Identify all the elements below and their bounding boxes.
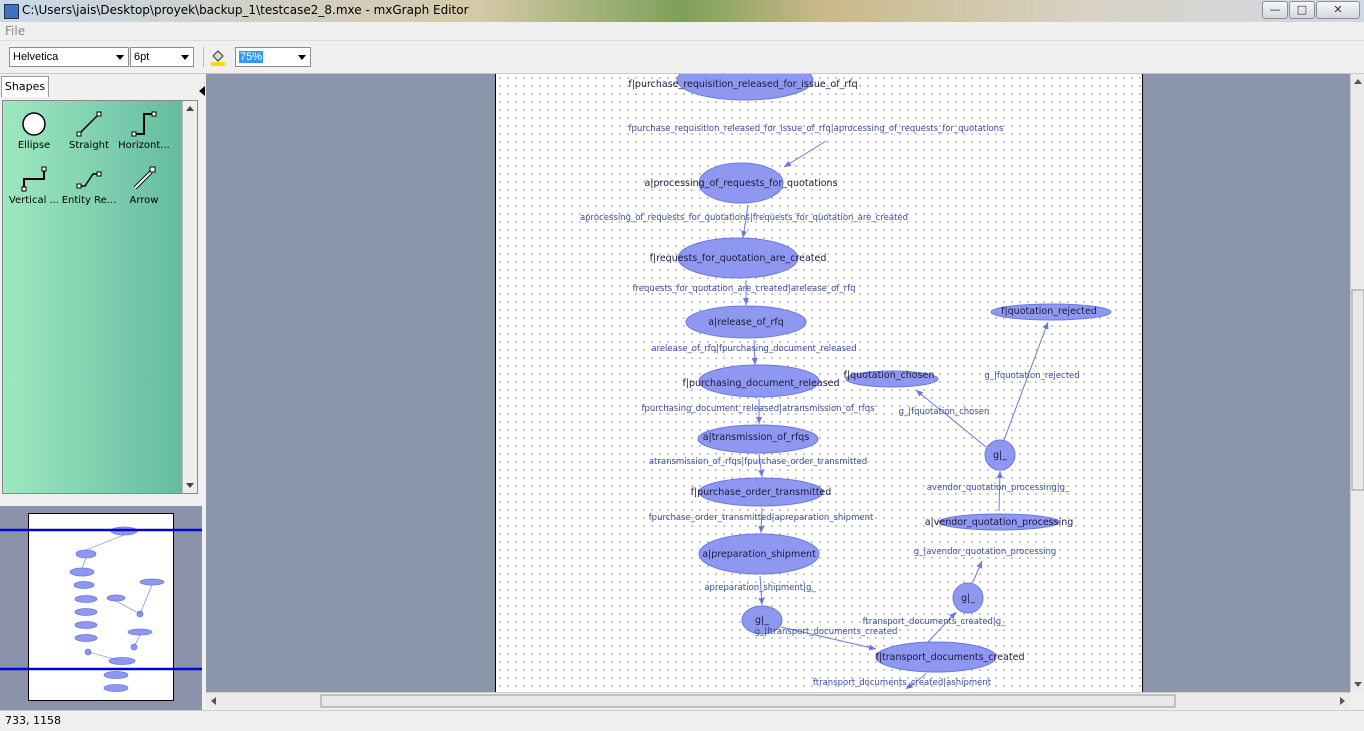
edge-line[interactable] bbox=[1003, 321, 1049, 441]
font-family-select[interactable]: Helvetica bbox=[9, 47, 129, 67]
edge-labels-layer: fpurchase_requisition_released_for_issue… bbox=[580, 124, 1080, 688]
horizontal-scrollbar[interactable] bbox=[206, 692, 1350, 709]
graph-node-label: g|_ bbox=[993, 450, 1007, 461]
vertical-scroll-track bbox=[1351, 79, 1364, 687]
cursor-coordinates: 733, 1158 bbox=[5, 714, 61, 727]
edge-line[interactable] bbox=[915, 389, 987, 448]
graph-node-label: a|transmission_of_rfqs bbox=[703, 432, 810, 443]
edge-label: g_|fquotation_chosen bbox=[899, 407, 990, 417]
graph-node-label: g|_ bbox=[961, 593, 975, 604]
menu-bar: File bbox=[0, 22, 1364, 41]
minimize-button[interactable]: — bbox=[1262, 1, 1288, 19]
graph-node-label: f|quotation_rejected bbox=[1001, 306, 1097, 317]
vertical-scrollbar[interactable] bbox=[1350, 74, 1364, 692]
title-bar: C:\Users\jais\Desktop\proyek\backup_1\te… bbox=[0, 0, 1364, 22]
scroll-arrows bbox=[186, 106, 194, 488]
graph-node-label: f|purchase_order_transmitted bbox=[691, 487, 832, 498]
edge-line[interactable] bbox=[783, 140, 827, 168]
edge-label: g_|ftransport_documents_created bbox=[755, 627, 898, 637]
edge-label: g_|avendor_quotation_processing bbox=[914, 547, 1057, 557]
chevron-down-icon bbox=[116, 55, 124, 60]
tab-shapes[interactable]: Shapes bbox=[1, 76, 49, 97]
graph-svg: f|purchase_requisition_released_for_issu… bbox=[580, 74, 1112, 690]
shape-label: Vertical ... bbox=[8, 195, 60, 206]
graph-node-label: a|release_of_rfq bbox=[708, 317, 784, 328]
graph-canvas[interactable]: f|purchase_requisition_released_for_issu… bbox=[206, 74, 1350, 692]
shape-vertical[interactable]: Vertical ... bbox=[6, 166, 62, 206]
edge-label: ftransport_documents_created|ashipment bbox=[813, 678, 992, 688]
edge-label: fpurchase_order_transmitted|apreparation… bbox=[649, 513, 874, 523]
app-icon bbox=[4, 4, 19, 19]
shape-label: Entity Re... bbox=[61, 195, 117, 206]
font-size-value: 6pt bbox=[134, 51, 150, 63]
chevron-down-icon bbox=[298, 55, 306, 60]
status-bar: 733, 1158 bbox=[0, 710, 1364, 731]
toolbar: Helvetica 6pt 75% bbox=[0, 41, 1364, 74]
graph-node-label: a|preparation_shipment bbox=[702, 549, 816, 560]
edge-label: ftransport_documents_created|g_ bbox=[863, 617, 1007, 627]
graph-node-label: f|purchase_requisition_released_for_issu… bbox=[628, 79, 857, 90]
shape-arrow[interactable]: Arrow bbox=[116, 166, 172, 206]
edge-label: avendor_quotation_processing|g_ bbox=[927, 483, 1070, 493]
menu-file[interactable]: File bbox=[5, 24, 25, 38]
edge-label: apreparation_shipment|g_ bbox=[704, 583, 816, 593]
edge-label: atransmission_of_rfqs|fpurchase_order_tr… bbox=[649, 457, 867, 467]
outline-panel[interactable] bbox=[0, 506, 202, 710]
shape-straight[interactable]: Straight bbox=[61, 111, 117, 151]
graph-node-label: g|_ bbox=[755, 615, 769, 626]
edge-label: aprocessing_of_requests_for_quotations|f… bbox=[580, 213, 908, 223]
maximize-button[interactable]: □ bbox=[1289, 1, 1315, 19]
shape-ellipse[interactable]: Ellipse bbox=[6, 111, 62, 151]
font-size-select[interactable]: 6pt bbox=[130, 47, 194, 67]
shape-entity-relation[interactable]: Entity Re... bbox=[61, 166, 117, 206]
shape-label: Ellipse bbox=[17, 140, 51, 151]
edges-layer bbox=[741, 140, 1049, 690]
shapes-scrollbar[interactable] bbox=[182, 101, 197, 493]
close-button[interactable]: ✕ bbox=[1316, 1, 1360, 19]
graph-node-label: f|purchasing_document_released bbox=[682, 378, 839, 389]
fill-color-button[interactable] bbox=[209, 47, 227, 67]
edge-label: fpurchase_requisition_released_for_issue… bbox=[629, 124, 1005, 134]
graph-node-label: f|quotation_chosen bbox=[844, 370, 935, 381]
vertical-connector-icon bbox=[21, 166, 47, 192]
horizontal-connector-icon bbox=[131, 111, 157, 137]
arrow-icon bbox=[133, 166, 156, 190]
window-title: C:\Users\jais\Desktop\proyek\backup_1\te… bbox=[22, 3, 469, 17]
zoom-select[interactable]: 75% bbox=[235, 47, 311, 67]
paint-bucket-icon bbox=[211, 50, 225, 66]
edge-line[interactable] bbox=[972, 560, 983, 583]
shape-horizontal[interactable]: Horizont... bbox=[116, 111, 172, 151]
font-family-value: Helvetica bbox=[13, 51, 59, 63]
ellipse-icon bbox=[22, 112, 46, 136]
zoom-value: 75% bbox=[239, 51, 264, 63]
outline-minimap bbox=[0, 526, 202, 692]
shape-label: Arrow bbox=[129, 195, 159, 206]
shapes-palette: Ellipse Straight Horizont... Vertical ..… bbox=[2, 100, 198, 494]
graph-node-label: a|processing_of_requests_for_quotations bbox=[644, 178, 837, 189]
entity-relation-icon bbox=[76, 171, 102, 189]
horizontal-scroll-track bbox=[211, 694, 1345, 708]
shape-label: Horizont... bbox=[118, 140, 170, 151]
graph-node-label: a|vendor_quotation_processing bbox=[925, 517, 1074, 528]
edge-label: arelease_of_rfq|fpurchasing_document_rel… bbox=[651, 344, 856, 354]
toolbar-separator bbox=[203, 47, 204, 67]
chevron-down-icon bbox=[181, 55, 189, 60]
edge-label: fpurchasing_document_released|atransmiss… bbox=[641, 404, 875, 414]
graph-node-label: f|requests_for_quotation_are_created bbox=[650, 253, 827, 264]
collapse-arrow-icon[interactable] bbox=[199, 86, 205, 96]
shape-label: Straight bbox=[69, 140, 109, 151]
edge-label: frequests_for_quotation_are_created|arel… bbox=[633, 284, 856, 294]
edge-label: g_|fquotation_rejected bbox=[984, 371, 1079, 381]
left-panel: Shapes Ellipse Straight Horizont... Vert… bbox=[0, 74, 205, 710]
straight-connector-icon bbox=[76, 111, 102, 137]
graph-node-label: f|transport_documents_created bbox=[875, 652, 1024, 663]
